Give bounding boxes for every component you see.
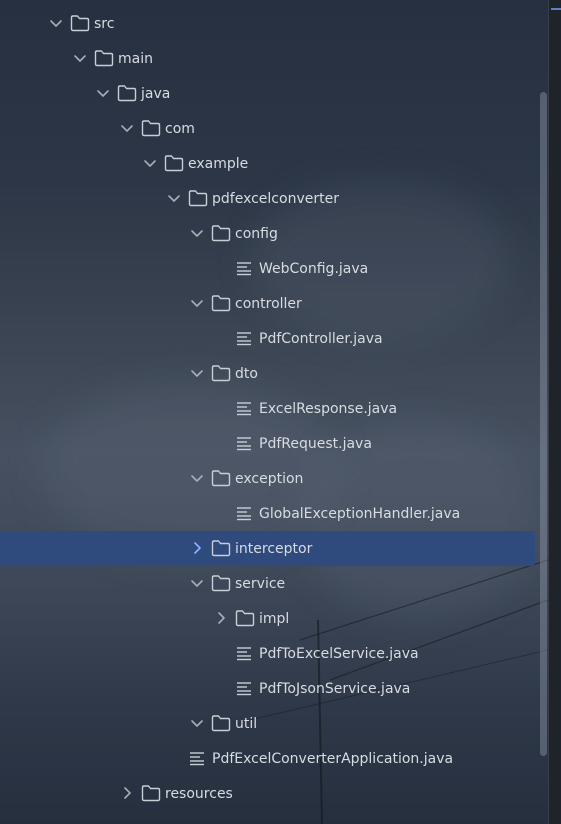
- chevron-right-icon[interactable]: [119, 785, 135, 801]
- edge-marker: [551, 8, 561, 10]
- tree-item-label: src: [94, 16, 115, 32]
- chevron-down-icon[interactable]: [189, 225, 205, 241]
- folder-icon: [117, 85, 137, 102]
- folder-icon: [141, 120, 161, 137]
- chevron-down-icon[interactable]: [142, 155, 158, 171]
- folder-icon: [211, 225, 231, 242]
- tree-item-label: resources: [165, 786, 233, 802]
- folder-icon: [211, 715, 231, 732]
- java-file-icon: [237, 647, 251, 661]
- tree-item-label: exception: [235, 471, 304, 487]
- tree-item-label: PdfRequest.java: [259, 436, 372, 452]
- chevron-down-icon[interactable]: [72, 50, 88, 66]
- tree-row-pdftojsonservice-java[interactable]: PdfToJsonService.java: [0, 671, 535, 706]
- folder-icon: [70, 15, 90, 32]
- java-file-icon: [237, 262, 251, 276]
- tree-row-pdfcontroller-java[interactable]: PdfController.java: [0, 321, 535, 356]
- java-file-icon: [237, 437, 251, 451]
- chevron-right-icon[interactable]: [189, 540, 205, 556]
- tree-row-util[interactable]: util: [0, 706, 535, 741]
- tree-row-controller[interactable]: controller: [0, 286, 535, 321]
- folder-icon: [94, 50, 114, 67]
- folder-icon: [235, 610, 255, 627]
- tree-row-pdfexcelconverterapplication-java[interactable]: PdfExcelConverterApplication.java: [0, 741, 535, 776]
- chevron-down-icon[interactable]: [95, 85, 111, 101]
- tree-item-label: dto: [235, 366, 258, 382]
- editor-divider: [548, 0, 561, 824]
- tree-item-label: GlobalExceptionHandler.java: [259, 506, 461, 522]
- java-file-icon: [190, 752, 204, 766]
- tree-item-label: WebConfig.java: [259, 261, 369, 277]
- folder-icon: [211, 540, 231, 557]
- tree-row-dto[interactable]: dto: [0, 356, 535, 391]
- chevron-down-icon[interactable]: [189, 365, 205, 381]
- tree-item-label: java: [141, 86, 171, 102]
- folder-icon: [211, 575, 231, 592]
- tree-row-java[interactable]: java: [0, 76, 535, 111]
- chevron-down-icon[interactable]: [189, 715, 205, 731]
- tree-item-label: PdfController.java: [259, 331, 383, 347]
- tree-item-label: service: [235, 576, 286, 592]
- tree-item-label: pdfexcelconverter: [212, 191, 339, 207]
- tree-item-label: com: [165, 121, 195, 137]
- tree-row-pdfrequest-java[interactable]: PdfRequest.java: [0, 426, 535, 461]
- tree-row-exception[interactable]: exception: [0, 461, 535, 496]
- tree-item-label: ExcelResponse.java: [259, 401, 398, 417]
- chevron-down-icon[interactable]: [166, 190, 182, 206]
- tree-row-com[interactable]: com: [0, 111, 535, 146]
- tree-item-label: PdfToJsonService.java: [259, 681, 411, 697]
- tree-row-excelresponse-java[interactable]: ExcelResponse.java: [0, 391, 535, 426]
- tree-item-label: PdfExcelConverterApplication.java: [212, 751, 454, 767]
- tree-item-label: PdfToExcelService.java: [259, 646, 419, 662]
- tree-row-webconfig-java[interactable]: WebConfig.java: [0, 251, 535, 286]
- vertical-scrollbar-thumb[interactable]: [540, 92, 547, 756]
- project-tree: src main java com example pdfexcelconverter co…: [0, 0, 548, 824]
- folder-icon: [141, 785, 161, 802]
- chevron-right-icon[interactable]: [213, 610, 229, 626]
- tree-row-pdfexcelconverter[interactable]: pdfexcelconverter: [0, 181, 535, 216]
- tree-row-pdftoexcelservice-java[interactable]: PdfToExcelService.java: [0, 636, 535, 671]
- chevron-down-icon[interactable]: [119, 120, 135, 136]
- tree-row-config[interactable]: config: [0, 216, 535, 251]
- tree-row-service[interactable]: service: [0, 566, 535, 601]
- java-file-icon: [237, 507, 251, 521]
- tree-item-label: interceptor: [235, 541, 313, 557]
- java-file-icon: [237, 402, 251, 416]
- tree-item-label: impl: [259, 611, 290, 627]
- tree-row-globalexceptionhandler-java[interactable]: GlobalExceptionHandler.java: [0, 496, 535, 531]
- tree-row-example[interactable]: example: [0, 146, 535, 181]
- chevron-down-icon[interactable]: [189, 470, 205, 486]
- tree-row-src[interactable]: src: [0, 6, 535, 41]
- folder-icon: [211, 365, 231, 382]
- tree-row-interceptor[interactable]: interceptor: [0, 531, 535, 566]
- chevron-down-icon[interactable]: [189, 295, 205, 311]
- java-file-icon: [237, 682, 251, 696]
- tree-item-label: config: [235, 226, 278, 242]
- tree-row-impl[interactable]: impl: [0, 601, 535, 636]
- folder-icon: [188, 190, 208, 207]
- tree-item-label: util: [235, 716, 258, 732]
- tree-row-resources[interactable]: resources: [0, 776, 535, 811]
- folder-icon: [211, 470, 231, 487]
- tree-item-label: example: [188, 156, 249, 172]
- chevron-down-icon[interactable]: [48, 15, 64, 31]
- chevron-down-icon[interactable]: [189, 575, 205, 591]
- folder-icon: [211, 295, 231, 312]
- tree-row-main[interactable]: main: [0, 41, 535, 76]
- folder-icon: [164, 155, 184, 172]
- tree-item-label: controller: [235, 296, 302, 312]
- java-file-icon: [237, 332, 251, 346]
- tree-item-label: main: [118, 51, 153, 67]
